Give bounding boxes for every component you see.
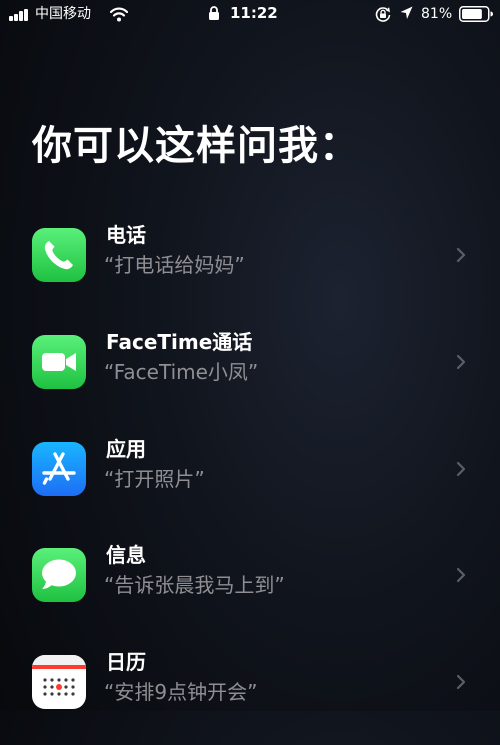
suggestion-example: “打电话给妈妈”	[104, 253, 245, 277]
suggestion-app-name: 日历	[106, 650, 146, 674]
suggestion-facetime[interactable]: FaceTime通话 “FaceTime小凤”	[0, 330, 500, 425]
chevron-right-icon	[456, 247, 466, 263]
page-title: 你可以这样问我：	[32, 123, 360, 169]
suggestion-app-name: 信息	[106, 543, 146, 567]
calendar-app-icon	[32, 655, 86, 709]
lock-icon	[209, 6, 219, 20]
chevron-right-icon	[456, 354, 466, 370]
chevron-right-icon	[456, 674, 466, 690]
suggestion-example: “打开照片”	[104, 467, 205, 491]
video-camera-icon	[32, 335, 86, 389]
suggestion-messages[interactable]: 信息 “告诉张晨我马上到”	[0, 543, 500, 638]
suggestion-phone[interactable]: 电话 “打电话给妈妈”	[0, 223, 500, 318]
chevron-right-icon	[456, 461, 466, 477]
battery-percentage: 81%	[421, 6, 453, 22]
messages-app-icon	[32, 548, 86, 602]
app-store-icon	[32, 442, 86, 496]
app-store-app-icon	[32, 442, 86, 496]
status-bar: 中国移动 11:22 81%	[0, 0, 500, 28]
status-time: 11:22	[230, 4, 278, 22]
phone-app-icon	[32, 228, 86, 282]
battery-icon	[459, 6, 493, 22]
message-bubble-icon	[32, 548, 86, 602]
calendar-icon	[32, 655, 86, 709]
location-arrow-icon	[400, 6, 413, 19]
wifi-icon	[110, 7, 128, 22]
facetime-app-icon	[32, 335, 86, 389]
suggestion-app-name: 应用	[106, 437, 146, 461]
suggestion-app-name: FaceTime通话	[106, 330, 253, 354]
suggestion-example: “安排9点钟开会”	[104, 680, 258, 704]
suggestion-example: “FaceTime小凤”	[104, 360, 259, 384]
suggestion-apps[interactable]: 应用 “打开照片”	[0, 437, 500, 532]
rotation-lock-icon	[375, 7, 391, 22]
phone-icon	[32, 228, 86, 282]
carrier-name: 中国移动	[35, 6, 91, 22]
suggestion-app-name: 电话	[106, 223, 146, 247]
suggestion-example: “告诉张晨我马上到”	[104, 573, 285, 597]
cellular-signal-icon	[9, 9, 31, 21]
suggestion-calendar[interactable]: 日历 “安排9点钟开会”	[0, 650, 500, 745]
chevron-right-icon	[456, 567, 466, 583]
